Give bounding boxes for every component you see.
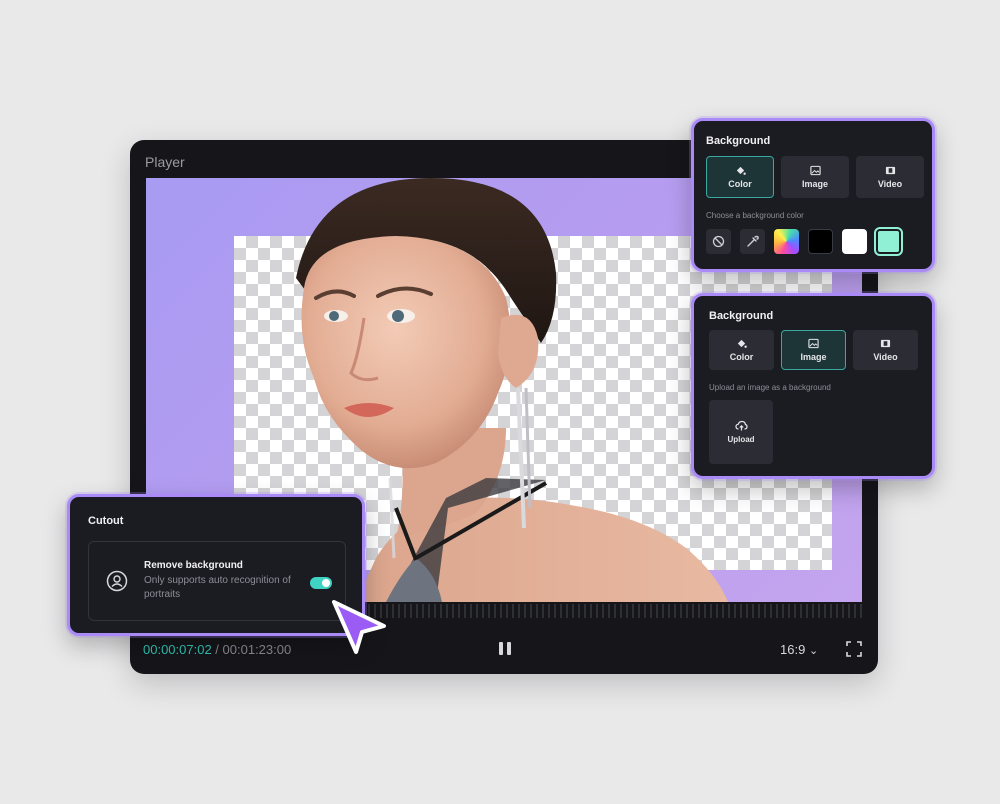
pause-bar-right xyxy=(507,641,511,655)
eyedropper-icon xyxy=(747,235,759,247)
tab-video[interactable]: Video xyxy=(853,330,918,370)
background-color-panel: Background Color Image Video Choose a ba… xyxy=(691,118,935,272)
white-swatch[interactable] xyxy=(842,229,867,254)
tab-color[interactable]: Color xyxy=(706,156,774,198)
option-description: Only supports auto recognition of portra… xyxy=(144,575,291,600)
black-swatch[interactable] xyxy=(808,229,833,254)
background-type-tabs: Color Image Video xyxy=(709,330,918,370)
prohibited-icon xyxy=(712,235,725,248)
image-icon xyxy=(808,338,819,349)
mint-swatch[interactable] xyxy=(874,227,903,256)
paint-bucket-icon xyxy=(737,339,747,348)
gradient-swatch[interactable] xyxy=(774,229,799,254)
fullscreen-icon[interactable] xyxy=(846,641,862,657)
timecode: 00:00:07:02 / 00:01:23:00 xyxy=(143,642,291,657)
image-hint: Upload an image as a background xyxy=(709,383,831,392)
tab-video[interactable]: Video xyxy=(856,156,924,198)
tab-label: Image xyxy=(800,352,827,362)
eyedropper-swatch[interactable] xyxy=(740,229,765,254)
tab-label: Color xyxy=(729,352,754,362)
video-icon xyxy=(885,166,895,175)
player-title: Player xyxy=(145,154,185,170)
option-title: Remove background xyxy=(144,560,243,571)
no-color-swatch[interactable] xyxy=(706,229,731,254)
current-time: 00:00:07:02 xyxy=(143,642,212,657)
color-hint: Choose a background color xyxy=(706,211,804,220)
aspect-ratio-select[interactable]: 16:9 ⌄ xyxy=(780,642,818,657)
upload-cloud-icon xyxy=(734,420,748,431)
panel-title: Background xyxy=(706,135,771,147)
pause-bar-left xyxy=(499,641,503,655)
tab-color[interactable]: Color xyxy=(709,330,774,370)
time-separator: / xyxy=(211,642,223,657)
background-image-panel: Background Color Image Video Upload an i… xyxy=(691,293,935,479)
remove-background-toggle[interactable] xyxy=(310,577,332,589)
remove-background-option: Remove background Only supports auto rec… xyxy=(88,541,346,621)
portrait-icon xyxy=(106,570,128,592)
panel-title: Cutout xyxy=(88,515,124,527)
pause-button[interactable] xyxy=(496,639,514,657)
cursor-pointer-icon xyxy=(332,600,386,654)
video-icon xyxy=(880,339,891,348)
upload-button[interactable]: Upload xyxy=(709,400,773,464)
tab-image[interactable]: Image xyxy=(781,156,849,198)
tab-image[interactable]: Image xyxy=(781,330,846,370)
background-type-tabs: Color Image Video xyxy=(706,156,924,198)
aspect-ratio-value: 16:9 xyxy=(780,642,806,657)
total-time: 00:01:23:00 xyxy=(222,642,292,657)
cutout-panel: Cutout Remove background Only supports a… xyxy=(67,494,365,636)
tab-label: Video xyxy=(873,352,898,362)
image-icon xyxy=(809,165,821,176)
tab-label: Color xyxy=(728,179,752,189)
upload-label: Upload xyxy=(727,435,755,444)
tab-label: Image xyxy=(801,179,828,189)
tab-label: Video xyxy=(877,179,903,189)
paint-bucket-icon xyxy=(736,166,746,175)
color-swatches xyxy=(706,227,903,256)
chevron-down-icon: ⌄ xyxy=(808,645,819,657)
panel-title: Background xyxy=(709,310,774,322)
